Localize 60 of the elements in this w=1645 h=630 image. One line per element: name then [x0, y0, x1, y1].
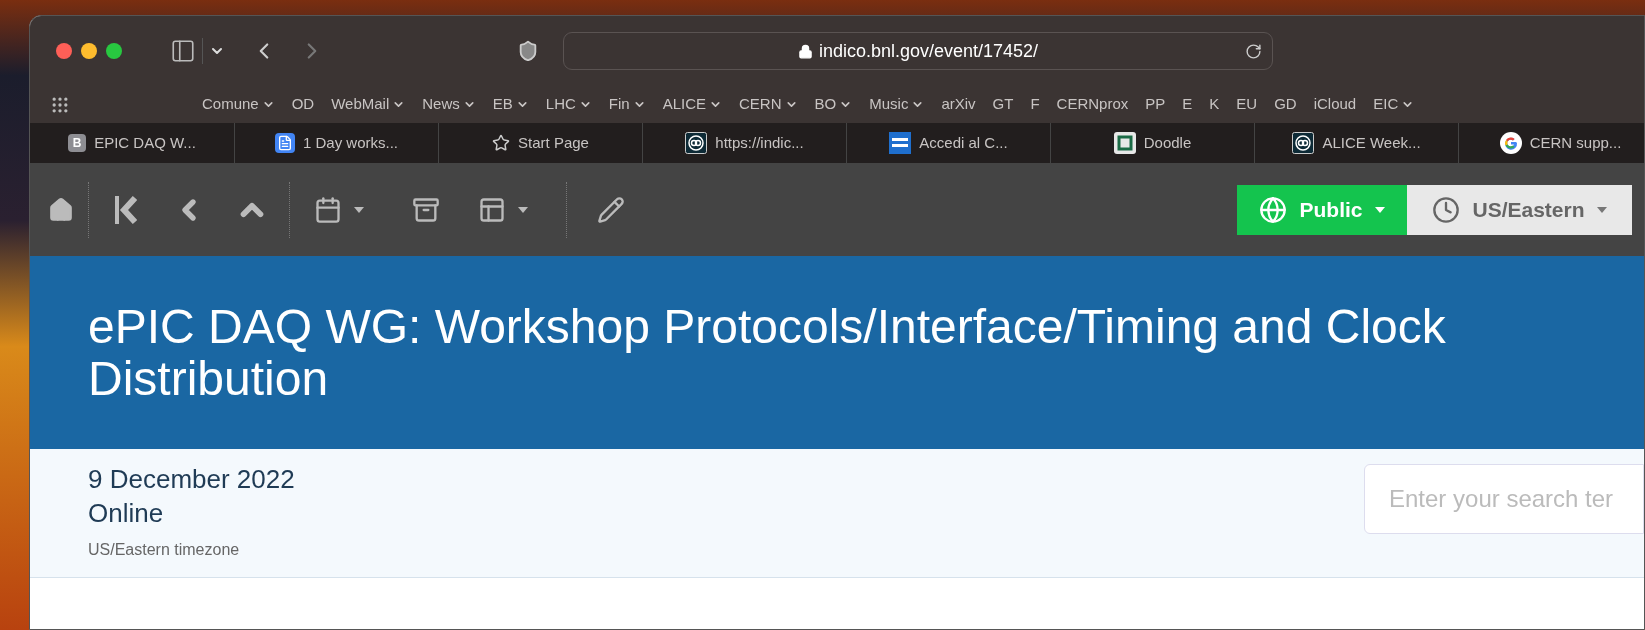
- doodle-logo-icon: [1113, 132, 1136, 154]
- event-location: Online: [88, 497, 165, 530]
- bookmark-item[interactable]: iCloud: [1313, 93, 1357, 116]
- calendar-icon: [314, 195, 342, 224]
- bookmark-item[interactable]: GT: [992, 93, 1014, 116]
- loop-logo-icon: [1292, 132, 1315, 154]
- loop-logo-icon: [685, 132, 708, 154]
- browser-tab[interactable]: B EPIC DAQ W...: [30, 123, 234, 163]
- bookmark-item[interactable]: EB: [492, 93, 529, 116]
- bookmark-item[interactable]: LHC: [545, 93, 592, 116]
- clock-icon: [1432, 195, 1461, 224]
- bookmark-item[interactable]: WebMail: [331, 93, 406, 116]
- bookmark-item[interactable]: arXiv: [941, 93, 976, 116]
- bookmark-item[interactable]: Comune: [202, 93, 275, 116]
- google-logo-icon: [1499, 132, 1522, 154]
- bookmark-item[interactable]: Fin: [608, 93, 646, 116]
- bookmark-item[interactable]: Music: [869, 93, 925, 116]
- event-date: 9 December 2022: [88, 463, 295, 496]
- tab-favicon: B: [68, 134, 87, 152]
- lock-icon: [797, 43, 813, 59]
- bookmark-item[interactable]: News: [422, 93, 476, 116]
- event-title: ePIC DAQ WG: Workshop Protocols/Interface/Timing and Clock Distribution: [88, 300, 1447, 405]
- bookmark-item[interactable]: E: [1182, 93, 1193, 116]
- globe-icon: [1259, 195, 1288, 224]
- bookmark-item[interactable]: K: [1209, 93, 1220, 116]
- layout-menu-button[interactable]: [478, 195, 528, 224]
- bookmark-item[interactable]: OD: [291, 93, 315, 116]
- bookmark-item[interactable]: PP: [1145, 93, 1166, 116]
- pencil-icon[interactable]: [597, 195, 625, 224]
- bookmark-item[interactable]: CERNprox: [1056, 93, 1129, 116]
- bookmark-item[interactable]: CERN: [739, 93, 798, 116]
- bookmark-item[interactable]: F: [1030, 93, 1040, 116]
- caret-icon: [1596, 206, 1607, 213]
- bookmark-item[interactable]: BO: [814, 93, 853, 116]
- reload-icon[interactable]: [1245, 42, 1262, 60]
- timezone-note: US/Eastern timezone: [88, 540, 241, 560]
- document-icon: [275, 133, 295, 153]
- zoom-button[interactable]: [106, 43, 122, 59]
- card-logo-icon: [889, 132, 912, 154]
- url-text: indico.bnl.gov/event/17452/: [818, 39, 1039, 63]
- bookmark-item[interactable]: ALICE: [662, 93, 723, 116]
- first-page-icon[interactable]: [115, 195, 137, 224]
- shield-icon[interactable]: [517, 40, 539, 62]
- timezone-button[interactable]: US/Eastern: [1407, 184, 1632, 235]
- caret-icon: [518, 206, 528, 213]
- caret-icon: [354, 206, 364, 213]
- layout-icon: [478, 195, 506, 224]
- star-icon: [492, 134, 511, 152]
- close-button[interactable]: [56, 43, 72, 59]
- search-field[interactable]: Enter your search ter: [1364, 464, 1644, 534]
- address-bar[interactable]: indico.bnl.gov/event/17452/: [563, 32, 1273, 70]
- bookmark-item[interactable]: EIC: [1373, 93, 1415, 116]
- bookmark-item[interactable]: GD: [1274, 93, 1297, 116]
- calendar-menu-button[interactable]: [314, 195, 364, 224]
- archive-icon[interactable]: [412, 195, 440, 224]
- bookmark-item[interactable]: EU: [1236, 93, 1258, 116]
- home-icon[interactable]: [48, 196, 74, 223]
- caret-icon: [1374, 206, 1385, 213]
- minimize-button[interactable]: [81, 43, 97, 59]
- sidebar-icon[interactable]: [170, 38, 196, 64]
